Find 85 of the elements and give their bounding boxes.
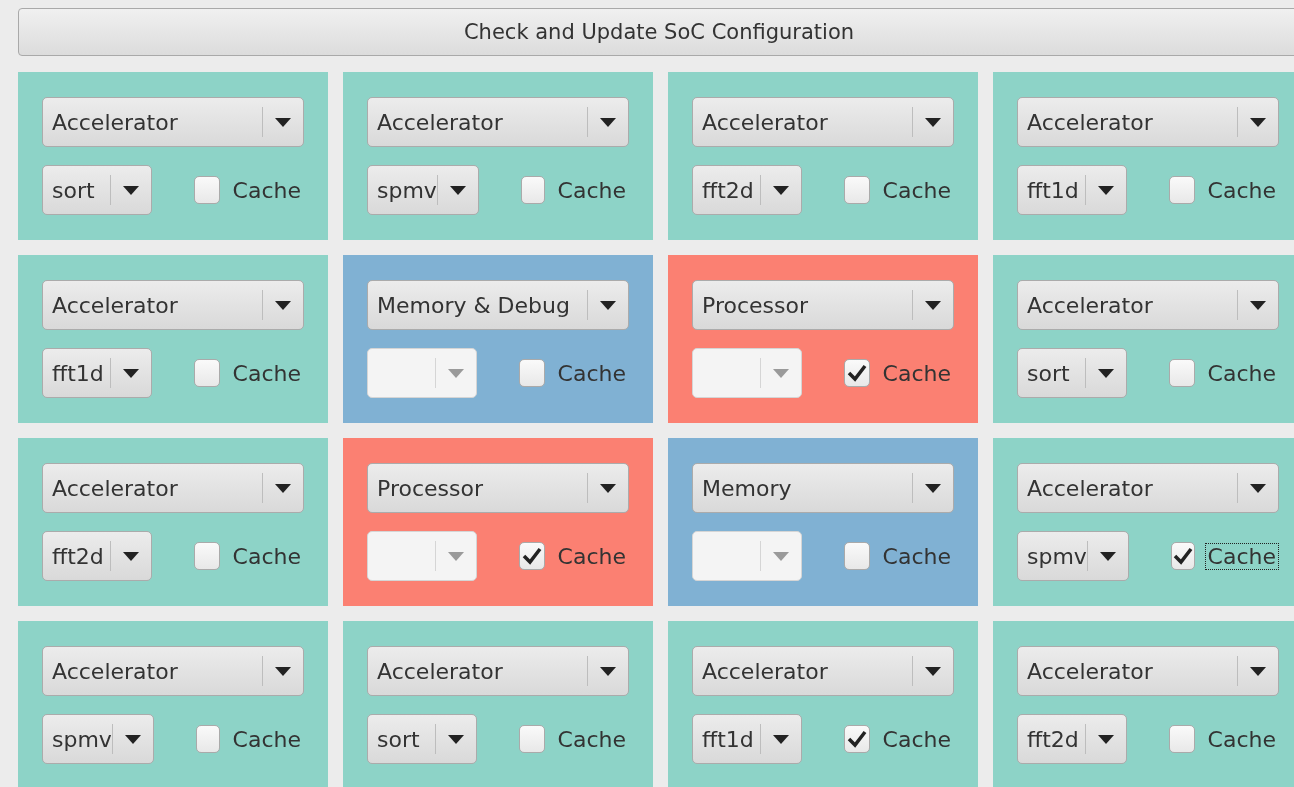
dropdown-arrow-icon (449, 185, 466, 195)
dropdown-arrow-icon (448, 368, 465, 378)
cache-label[interactable]: Cache (1204, 176, 1279, 204)
dropdown[interactable]: Accelerator (367, 646, 629, 696)
dropdown-arrow-icon (773, 368, 790, 378)
dropdown[interactable]: Accelerator (42, 646, 304, 696)
dropdown[interactable]: fft1d (692, 714, 803, 764)
dropdown[interactable]: Accelerator (42, 463, 304, 513)
dropdown-arrow-icon (448, 551, 465, 561)
checkbox[interactable] (1169, 725, 1195, 753)
cache-label[interactable]: Cache (229, 176, 304, 204)
checkbox[interactable] (520, 176, 545, 204)
dropdown-arrow-icon (600, 666, 616, 676)
dropdown-arrow-icon (773, 734, 790, 744)
cache-label[interactable]: Cache (229, 725, 304, 753)
update-button[interactable]: Check and Update SoC Configuration (18, 8, 1294, 56)
dropdown-arrow-icon (275, 117, 291, 127)
dropdown-arrow-icon (123, 551, 140, 561)
dropdown[interactable]: Accelerator (1017, 280, 1279, 330)
dropdown-arrow-icon (123, 368, 140, 378)
checkbox[interactable] (1170, 542, 1195, 570)
dropdown[interactable]: spmv (1017, 531, 1129, 581)
checkbox[interactable] (1169, 359, 1195, 387)
dropdown-arrow-icon (925, 666, 941, 676)
dropdown-arrow-icon (1250, 117, 1266, 127)
dropdown-arrow-icon (275, 300, 291, 310)
dropdown[interactable]: fft2d (42, 531, 153, 581)
dropdown[interactable]: fft2d (692, 165, 803, 215)
checkmark-icon (1172, 547, 1193, 565)
dropdown[interactable]: Accelerator (42, 280, 304, 330)
dropdown-arrow-icon (925, 117, 941, 127)
dropdown[interactable]: Accelerator (1017, 646, 1279, 696)
dropdown-arrow-icon (124, 734, 141, 744)
dropdown[interactable]: sort (367, 714, 478, 764)
dropdown-arrow-icon (1098, 734, 1115, 744)
checkbox[interactable] (194, 176, 220, 204)
dropdown-arrow-icon (1098, 185, 1115, 195)
cache-label[interactable]: Cache (1204, 359, 1279, 387)
checkbox[interactable] (519, 725, 545, 753)
dropdown-arrow-icon (1099, 551, 1116, 561)
dropdown-arrow-icon (1250, 666, 1266, 676)
dropdown[interactable]: Accelerator (367, 97, 629, 147)
dropdown-arrow-icon (1250, 300, 1266, 310)
dropdown[interactable]: Accelerator (1017, 97, 1279, 147)
dropdown-arrow-icon (925, 300, 941, 310)
dropdown-arrow-icon (773, 551, 790, 561)
checkmark-icon (846, 730, 867, 748)
cache-label[interactable]: Cache (1204, 725, 1279, 753)
dropdown-arrow-icon (1250, 483, 1266, 493)
dropdown[interactable]: fft1d (42, 348, 153, 398)
dropdown-arrow-icon (773, 185, 790, 195)
checkbox[interactable] (844, 176, 870, 204)
dropdown[interactable]: fft1d (1017, 165, 1128, 215)
dropdown-arrow-icon (600, 117, 616, 127)
checkbox[interactable] (194, 359, 220, 387)
dropdown[interactable]: Accelerator (692, 646, 954, 696)
dropdown-arrow-icon (600, 483, 616, 493)
cache-label[interactable]: Cache (879, 176, 954, 204)
dropdown[interactable]: Accelerator (1017, 463, 1279, 513)
checkmark-icon (846, 364, 867, 382)
cache-label[interactable]: Cache (229, 542, 304, 570)
cache-label[interactable]: Cache (229, 359, 304, 387)
cache-label[interactable]: Cache (1204, 542, 1279, 570)
checkbox[interactable] (844, 725, 870, 753)
dropdown[interactable]: Accelerator (692, 97, 954, 147)
dropdown-arrow-icon (448, 734, 465, 744)
checkmark-icon (521, 547, 542, 565)
cache-label[interactable]: Cache (554, 176, 629, 204)
cache-label[interactable]: Cache (879, 725, 954, 753)
dropdown-arrow-icon (1098, 368, 1115, 378)
checkbox[interactable] (1169, 176, 1195, 204)
dropdown-arrow-icon (600, 300, 616, 310)
dropdown-arrow-icon (275, 666, 291, 676)
checkbox[interactable] (194, 542, 220, 570)
checkbox[interactable] (195, 725, 220, 753)
dropdown[interactable]: fft2d (1017, 714, 1128, 764)
dropdown[interactable]: sort (1017, 348, 1128, 398)
dropdown-arrow-icon (123, 185, 140, 195)
dropdown-arrow-icon (275, 483, 291, 493)
dropdown[interactable]: sort (42, 165, 153, 215)
dropdown-arrow-icon (925, 483, 941, 493)
dropdown[interactable]: Accelerator (42, 97, 304, 147)
cache-label[interactable]: Cache (554, 725, 629, 753)
dropdown[interactable]: spmv (42, 714, 154, 764)
dropdown[interactable]: spmv (367, 165, 479, 215)
